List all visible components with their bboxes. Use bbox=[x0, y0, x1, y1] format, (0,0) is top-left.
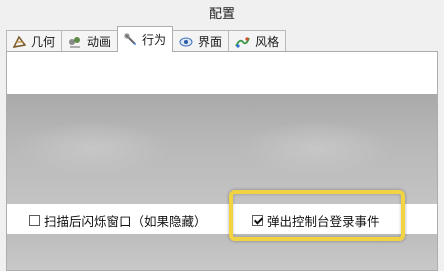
tab-behavior[interactable]: 行为 bbox=[117, 26, 174, 52]
tab-interface[interactable]: 界面 bbox=[172, 30, 230, 52]
flash-after-scan-checkbox[interactable] bbox=[29, 215, 40, 226]
blurred-content-lower bbox=[7, 234, 437, 270]
eye-icon bbox=[179, 36, 193, 48]
tab-label: 几何 bbox=[31, 35, 56, 49]
popup-console-login-option[interactable]: 弹出控制台登录事件 bbox=[252, 211, 380, 230]
popup-console-login-checkbox[interactable] bbox=[252, 215, 263, 226]
dialog-title: 配置 bbox=[0, 0, 444, 24]
blurred-content bbox=[7, 94, 437, 204]
flash-after-scan-option[interactable]: 扫描后闪烁窗口（如果隐藏） bbox=[29, 211, 207, 230]
animation-icon bbox=[68, 35, 82, 48]
tab-animation[interactable]: 动画 bbox=[61, 30, 119, 52]
tab-label: 行为 bbox=[142, 33, 167, 47]
tab-bar: 几何 动画 行为 界面 风格 bbox=[6, 26, 438, 52]
tab-style[interactable]: 风格 bbox=[228, 30, 287, 52]
tab-label: 风格 bbox=[255, 35, 280, 49]
popup-console-login-label: 弹出控制台登录事件 bbox=[267, 214, 380, 229]
flash-after-scan-label: 扫描后闪烁窗口（如果隐藏） bbox=[44, 214, 207, 229]
geometry-icon bbox=[13, 35, 26, 48]
behavior-icon bbox=[124, 33, 137, 46]
style-icon bbox=[235, 36, 250, 48]
behavior-panel: 扫描后闪烁窗口（如果隐藏） 弹出控制台登录事件 bbox=[6, 51, 438, 271]
tab-geometry[interactable]: 几何 bbox=[6, 30, 63, 52]
tab-label: 动画 bbox=[87, 35, 112, 49]
options-row: 扫描后闪烁窗口（如果隐藏） 弹出控制台登录事件 bbox=[7, 204, 437, 234]
tab-label: 界面 bbox=[198, 35, 223, 49]
